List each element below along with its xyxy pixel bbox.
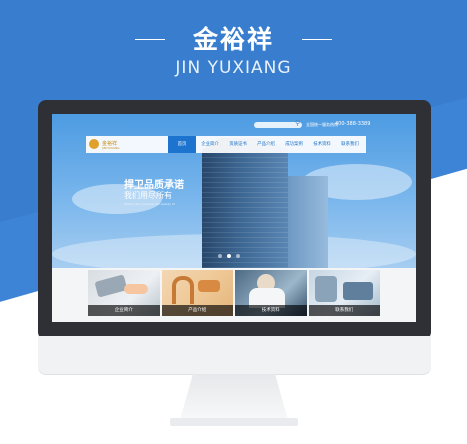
card-about[interactable]: 企业简介 — [88, 270, 160, 316]
hero-slogan-secondary: 我们用尽所有 — [124, 191, 172, 200]
website-screen: ⚲ 全国统一服务热线 400-388-3389 金裕祥 JINYUXIANG 首… — [52, 114, 416, 322]
slider-dot[interactable] — [236, 254, 240, 258]
card-image — [94, 274, 128, 298]
nav-item-cases[interactable]: 成功案例 — [280, 136, 308, 153]
card-label: 企业简介 — [88, 305, 160, 316]
monitor-chin — [38, 336, 431, 374]
nav-item-products[interactable]: 产品介绍 — [252, 136, 280, 153]
nav-item-technical[interactable]: 技术资料 — [308, 136, 336, 153]
slider-dots — [218, 254, 240, 258]
card-image — [124, 284, 148, 294]
slider-dot-active[interactable] — [227, 254, 231, 258]
contact-image — [314, 276, 337, 302]
promo-title: 金裕祥 — [192, 25, 274, 54]
logo-icon — [89, 139, 99, 149]
nav-item-certificates[interactable]: 资质证书 — [224, 136, 252, 153]
search-icon[interactable]: ⚲ — [295, 119, 300, 127]
contact-image — [342, 282, 373, 300]
card-contact[interactable]: 联系我们 — [308, 270, 380, 316]
main-navigation: 金裕祥 JINYUXIANG 首页 企业简介 资质证书 产品介绍 成功案例 技术… — [86, 136, 366, 153]
hero-slogan-english: Defend the promise the quality of — [124, 202, 175, 206]
hero-banner: ⚲ 全国统一服务热线 400-388-3389 金裕祥 JINYUXIANG 首… — [52, 114, 416, 268]
hero-slogan: 捍卫品质承诺 — [124, 180, 184, 191]
card-products[interactable]: 产品介绍 — [161, 270, 233, 316]
monitor-stand-base — [170, 418, 298, 426]
slider-dot[interactable] — [218, 254, 222, 258]
pipe-fitting-image — [197, 280, 220, 292]
promo-subtitle: JIN YUXIANG — [175, 58, 292, 78]
hotline-number: 400-388-3389 — [335, 121, 371, 127]
logo-subtext: JINYUXIANG — [102, 146, 120, 150]
pipe-fitting-image — [171, 276, 194, 304]
promo-title-divider-right — [302, 39, 332, 40]
card-label: 技术资料 — [235, 305, 307, 316]
hotline-label: 全国统一服务热线 — [306, 122, 338, 127]
building-windows — [202, 138, 288, 268]
card-label: 联系我们 — [308, 305, 380, 316]
card-technical[interactable]: 技术资料 — [235, 270, 307, 316]
nav-list: 首页 企业简介 资质证书 产品介绍 成功案例 技术资料 联系我们 — [168, 136, 364, 153]
card-label: 产品介绍 — [161, 305, 233, 316]
top-bar: ⚲ 全国统一服务热线 400-388-3389 — [52, 114, 416, 132]
nav-item-about[interactable]: 企业简介 — [196, 136, 224, 153]
nav-item-contact[interactable]: 联系我们 — [336, 136, 364, 153]
site-logo[interactable]: 金裕祥 JINYUXIANG — [89, 138, 133, 151]
monitor-stand — [180, 374, 288, 420]
building-image — [288, 176, 328, 268]
feature-cards: 企业简介 产品介绍 技术资料 联系我们 — [88, 270, 380, 316]
nav-item-home[interactable]: 首页 — [168, 136, 196, 153]
